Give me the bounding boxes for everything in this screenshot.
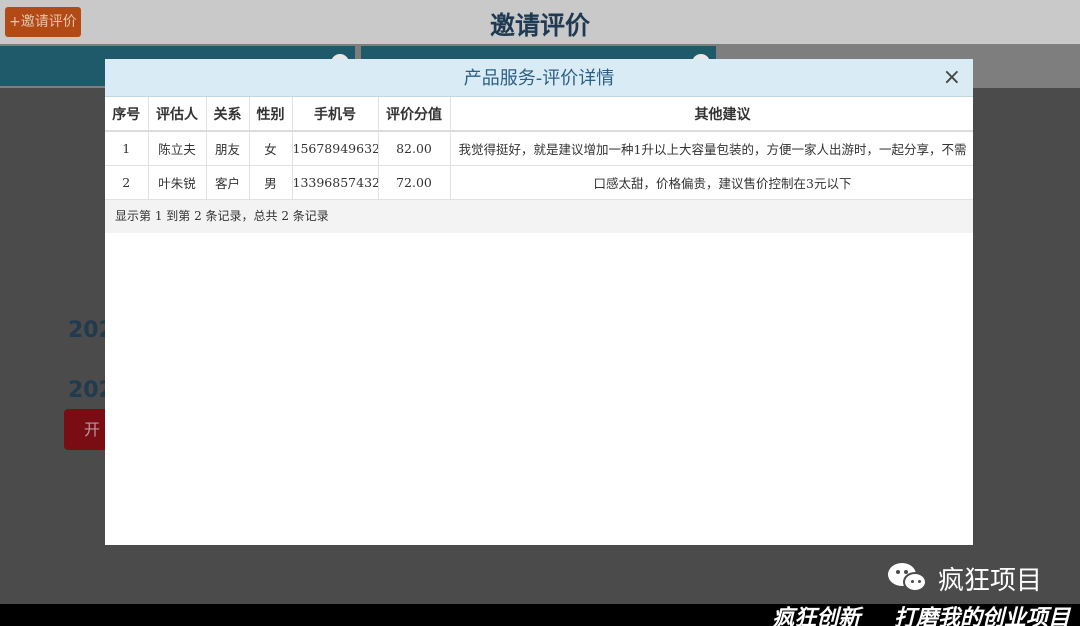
modal-header: 产品服务-评价详情 × [105, 59, 973, 97]
banner-text: 疯狂创新 打磨我的创业项目 [772, 606, 1070, 626]
modal-title: 产品服务-评价详情 [463, 68, 615, 89]
column-header-evaluator[interactable]: 评估人 [148, 97, 207, 132]
column-header-index[interactable]: 序号 [105, 97, 149, 132]
close-icon[interactable]: × [943, 64, 961, 92]
table-row[interactable]: 2 叶朱锐 客户 男 13396857432 72.00 口感太甜，价格偏贵，建… [105, 165, 973, 200]
page-date-text: 202 [68, 318, 106, 343]
page-title: 邀请评价 [489, 11, 590, 40]
cell-suggestion: 我觉得挺好，就是建议增加一种1升以上大容量包装的，方便一家人出游时，一起分享，不… [450, 131, 973, 166]
column-header-score[interactable]: 评价分值 [378, 97, 451, 132]
page-date-text: 202 [68, 378, 106, 403]
column-header-phone[interactable]: 手机号 [292, 97, 379, 132]
table-row[interactable]: 1 陈立夫 朋友 女 15678949632 82.00 我觉得挺好，就是建议增… [105, 131, 973, 166]
watermark: 疯狂项目 [888, 558, 1042, 598]
cell-index: 1 [105, 131, 149, 166]
column-header-suggestion[interactable]: 其他建议 [450, 97, 973, 132]
cell-evaluator: 叶朱锐 [148, 165, 207, 200]
cell-relation: 客户 [206, 165, 250, 200]
column-header-relation[interactable]: 关系 [206, 97, 250, 132]
cell-phone: 13396857432 [292, 165, 379, 200]
review-detail-modal: 产品服务-评价详情 × 序号 评估人 关系 性别 手机号 评价分值 其他建议 1… [105, 59, 973, 545]
cell-gender: 男 [249, 165, 293, 200]
review-table: 序号 评估人 关系 性别 手机号 评价分值 其他建议 1 陈立夫 朋友 女 15… [105, 97, 973, 200]
invite-review-button[interactable]: +邀请评价 [5, 7, 81, 37]
cell-evaluator: 陈立夫 [148, 131, 207, 166]
cell-index: 2 [105, 165, 149, 200]
bottom-banner: 疯狂创新 打磨我的创业项目 [0, 604, 1080, 626]
pagination-info: 显示第 1 到第 2 条记录，总共 2 条记录 [105, 199, 973, 233]
cell-suggestion: 口感太甜，价格偏贵，建议售价控制在3元以下 [450, 165, 973, 200]
cell-score: 72.00 [378, 165, 451, 200]
cell-gender: 女 [249, 131, 293, 166]
start-button[interactable]: 开 [64, 409, 106, 450]
wechat-icon [888, 560, 930, 596]
watermark-text: 疯狂项目 [938, 565, 1043, 596]
cell-relation: 朋友 [206, 131, 250, 166]
column-header-gender[interactable]: 性别 [249, 97, 293, 132]
cell-phone: 15678949632 [292, 131, 379, 166]
cell-score: 82.00 [378, 131, 451, 166]
table-header-row: 序号 评估人 关系 性别 手机号 评价分值 其他建议 [105, 97, 973, 132]
